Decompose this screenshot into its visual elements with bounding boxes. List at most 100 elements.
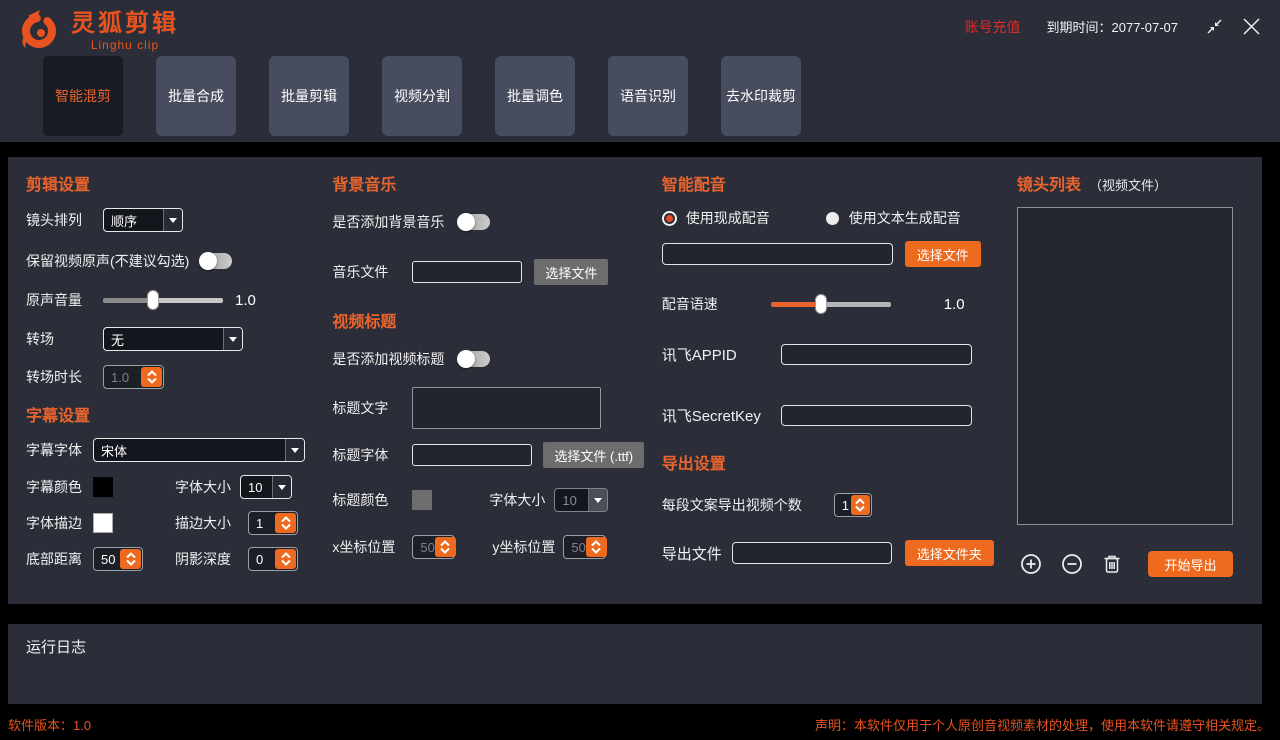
stroke-size-spinner[interactable]: 1: [248, 511, 298, 535]
title-color-swatch[interactable]: [412, 490, 432, 510]
shot-list-column: 镜头列表（视频文件） 开始导出: [1017, 171, 1262, 604]
shadow-depth-label: 阴影深度: [175, 549, 231, 569]
title-text-label: 标题文字: [332, 398, 412, 418]
slider-track-right: [821, 302, 891, 307]
title-y-spinner[interactable]: 50: [563, 535, 606, 559]
dubbing-file-input[interactable]: [662, 243, 893, 265]
start-export-button[interactable]: 开始导出: [1148, 551, 1233, 577]
music-file-label: 音乐文件: [332, 262, 412, 282]
xunfei-appid-label: 讯飞APPID: [662, 344, 781, 365]
tab-smart-mix[interactable]: 智能混剪: [43, 56, 123, 136]
bottom-distance-spinner[interactable]: 50: [93, 547, 143, 571]
tab-speech-recognition[interactable]: 语音识别: [608, 56, 688, 136]
title-y-label: y坐标位置: [492, 537, 555, 557]
choose-music-file-button[interactable]: 选择文件: [534, 259, 608, 285]
close-icon[interactable]: [1241, 16, 1262, 37]
export-file-input[interactable]: [732, 542, 892, 564]
slider-track-right: [153, 298, 223, 303]
radio-existing-dubbing[interactable]: 使用现成配音: [662, 208, 770, 228]
radio-tts-label: 使用文本生成配音: [849, 208, 961, 228]
app-header: 灵狐剪辑 Linghu clip 账号充值 到期时间：2077-07-07: [0, 0, 1280, 142]
slider-track-left: [103, 298, 153, 303]
title-x-spinner[interactable]: 50: [412, 535, 455, 559]
spinner-arrows-icon[interactable]: [435, 537, 456, 557]
choose-ttf-button[interactable]: 选择文件 (.ttf): [543, 442, 644, 468]
spinner-arrows-icon[interactable]: [851, 495, 870, 515]
app-subtitle: Linghu clip: [71, 38, 179, 52]
xunfei-appid-input[interactable]: [781, 344, 972, 365]
stroke-size-value: 1: [250, 516, 275, 531]
title-text-input[interactable]: [412, 387, 601, 429]
shadow-depth-value: 0: [250, 552, 275, 567]
chevron-down-icon: [272, 476, 291, 498]
speech-speed-label: 配音语速: [662, 294, 771, 314]
speech-speed-slider-handle[interactable]: [815, 294, 827, 314]
speech-speed-value: 1.0: [944, 296, 965, 313]
edit-settings-column: 剪辑设置 镜头排列 顺序 保留视频原声(不建议勾选) 原声音量 1.0 转场: [26, 171, 332, 604]
title-y-value: 50: [565, 540, 585, 555]
tab-video-split[interactable]: 视频分割: [382, 56, 462, 136]
subtitle-font-label: 字幕字体: [26, 440, 93, 460]
subtitle-settings-title: 字幕设置: [26, 402, 332, 426]
shot-list-box[interactable]: [1017, 207, 1233, 525]
transition-select[interactable]: 无: [103, 327, 243, 351]
tab-batch-edit[interactable]: 批量剪辑: [269, 56, 349, 136]
radio-unselected-icon: [826, 212, 839, 225]
radio-tts-dubbing[interactable]: 使用文本生成配音: [826, 208, 961, 228]
disclaimer-text: 声明：本软件仅用于个人原创音视频素材的处理，使用本软件请遵守相关规定。: [815, 715, 1270, 734]
title-size-select[interactable]: 10: [554, 488, 608, 512]
xunfei-secretkey-label: 讯飞SecretKey: [662, 405, 781, 426]
speech-speed-slider[interactable]: [771, 294, 891, 314]
bottom-distance-group: 底部距离 50: [26, 547, 175, 571]
title-size-label: 字体大小: [489, 490, 545, 510]
shadow-depth-spinner[interactable]: 0: [248, 547, 298, 571]
xunfei-secretkey-input[interactable]: [781, 405, 972, 426]
choose-dubbing-file-button[interactable]: 选择文件: [905, 241, 981, 267]
export-settings-title: 导出设置: [662, 450, 1017, 474]
spinner-arrows-icon[interactable]: [141, 367, 162, 387]
account-recharge-link[interactable]: 账号充值: [965, 17, 1021, 37]
tab-batch-compose[interactable]: 批量合成: [156, 56, 236, 136]
title-font-input[interactable]: [412, 444, 532, 466]
music-file-input[interactable]: [412, 261, 522, 283]
subtitle-font-select[interactable]: 宋体: [93, 438, 305, 462]
spinner-arrows-icon[interactable]: [275, 549, 296, 569]
run-log-title: 运行日志: [26, 636, 1244, 657]
tab-watermark-crop[interactable]: 去水印裁剪: [721, 56, 801, 136]
add-circle-icon[interactable]: [1020, 553, 1042, 575]
shot-order-select[interactable]: 顺序: [103, 208, 183, 232]
footer-bar: 软件版本：1.0 声明：本软件仅用于个人原创音视频素材的处理，使用本软件请遵守相…: [0, 704, 1280, 734]
subtitle-font-value: 宋体: [94, 439, 285, 461]
subtitle-color-swatch[interactable]: [93, 477, 113, 497]
bgm-title: 背景音乐: [332, 171, 661, 195]
spinner-arrows-icon[interactable]: [586, 537, 607, 557]
spinner-arrows-icon[interactable]: [120, 549, 141, 569]
radio-selected-icon: [662, 211, 677, 226]
chevron-down-icon: [285, 439, 304, 461]
app-title: 灵狐剪辑: [71, 11, 179, 37]
main-tab-bar: 智能混剪 批量合成 批量剪辑 视频分割 批量调色 语音识别 去水印裁剪: [0, 56, 1280, 136]
subtitle-stroke-group: 字体描边: [26, 513, 175, 533]
bgm-add-toggle[interactable]: [458, 214, 490, 230]
title-color-label: 标题颜色: [332, 490, 412, 510]
spinner-arrows-icon[interactable]: [275, 513, 296, 533]
export-count-spinner[interactable]: 1: [834, 493, 872, 517]
keep-audio-toggle[interactable]: [200, 253, 232, 269]
video-title-add-toggle[interactable]: [458, 351, 490, 367]
subtitle-size-select[interactable]: 10: [240, 475, 292, 499]
transition-duration-spinner[interactable]: 1.0: [103, 365, 164, 389]
bottom-distance-label: 底部距离: [26, 549, 93, 569]
trash-icon[interactable]: [1103, 554, 1121, 574]
window-buttons: [1204, 16, 1262, 37]
tab-batch-color[interactable]: 批量调色: [495, 56, 575, 136]
subtitle-stroke-swatch[interactable]: [93, 513, 113, 533]
choose-export-folder-button[interactable]: 选择文件夹: [905, 540, 994, 566]
remove-circle-icon[interactable]: [1061, 553, 1083, 575]
volume-slider[interactable]: [103, 290, 223, 310]
volume-slider-handle[interactable]: [147, 290, 159, 310]
collapse-window-icon[interactable]: [1204, 16, 1225, 37]
volume-value: 1.0: [235, 292, 256, 309]
export-file-label: 导出文件: [662, 543, 732, 564]
title-x-label: x坐标位置: [332, 537, 412, 557]
software-version-text: 软件版本：1.0: [8, 715, 91, 734]
